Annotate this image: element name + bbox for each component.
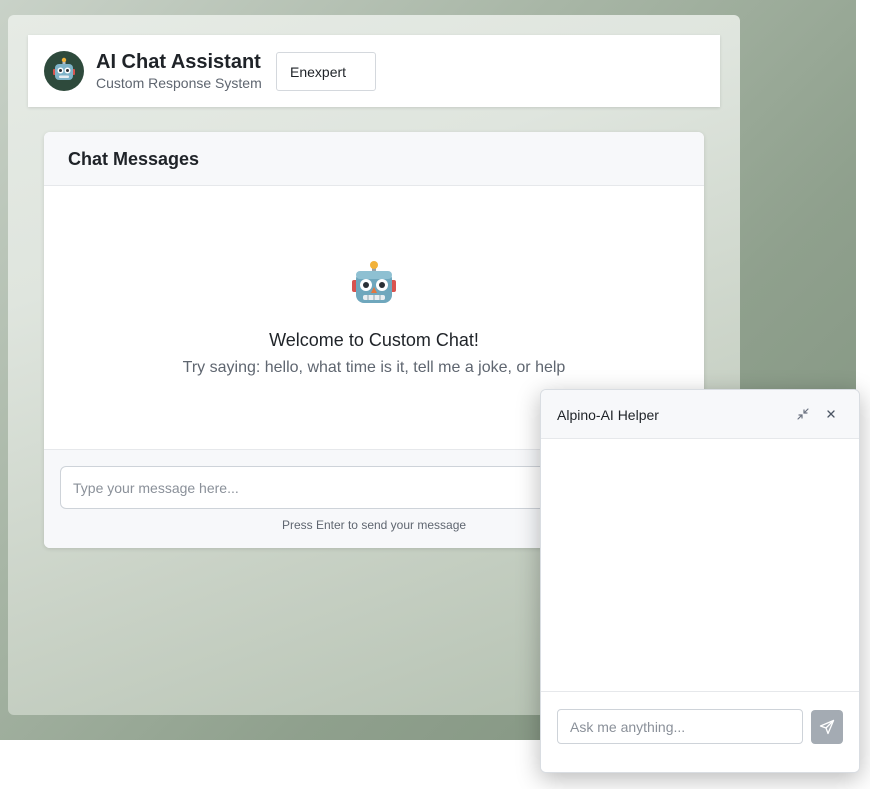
welcome-hint: Try saying: hello, what time is it, tell…	[182, 359, 566, 376]
app-header: AI Chat Assistant Custom Response System…	[28, 35, 720, 107]
chat-panel-title: Chat Messages	[68, 149, 200, 169]
minimize-icon[interactable]	[793, 404, 813, 424]
close-icon[interactable]	[821, 404, 841, 424]
helper-input-area	[541, 691, 859, 772]
send-button[interactable]	[811, 710, 843, 744]
helper-input[interactable]	[557, 709, 803, 744]
app-title: AI Chat Assistant	[96, 51, 261, 73]
robot-icon	[44, 51, 84, 91]
chat-panel-header: Chat Messages	[44, 132, 704, 186]
helper-messages	[541, 439, 859, 691]
welcome-title: Welcome to Custom Chat!	[269, 330, 479, 350]
mode-field[interactable]: Enexpert	[276, 52, 376, 91]
app-subtitle: Custom Response System	[96, 75, 262, 91]
helper-widget: Alpino-AI Helper	[540, 389, 860, 773]
helper-header: Alpino-AI Helper	[541, 390, 859, 439]
robot-icon	[350, 260, 398, 308]
send-icon	[819, 719, 835, 735]
helper-title: Alpino-AI Helper	[557, 407, 659, 423]
